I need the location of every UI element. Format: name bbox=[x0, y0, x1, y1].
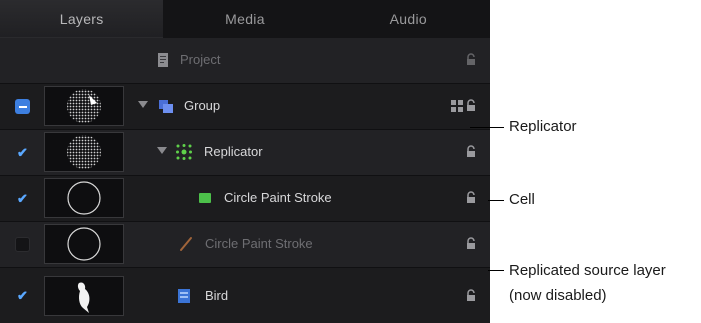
tab-audio[interactable]: Audio bbox=[327, 0, 490, 38]
group-stack-icon bbox=[159, 100, 173, 113]
replicator-icon bbox=[176, 144, 192, 160]
layer-name: Project bbox=[180, 52, 221, 67]
callout-source-line2: (now disabled) bbox=[509, 287, 607, 304]
callout-line-cell bbox=[488, 200, 504, 201]
enable-checkbox[interactable] bbox=[15, 237, 30, 252]
lock-icon[interactable] bbox=[466, 237, 476, 250]
enable-checkbox[interactable] bbox=[15, 99, 30, 114]
lock-icon[interactable] bbox=[466, 99, 476, 112]
layer-row-project[interactable]: Project bbox=[0, 38, 490, 84]
layer-thumbnail bbox=[44, 178, 124, 218]
grid-layers-icon[interactable] bbox=[451, 100, 465, 112]
replicator-grid-thumbnail bbox=[67, 89, 101, 123]
tab-layers[interactable]: Layers bbox=[0, 0, 164, 38]
circle-thumbnail bbox=[67, 181, 101, 215]
layer-thumbnail bbox=[44, 132, 124, 172]
callout-line-replicator bbox=[470, 127, 504, 128]
circle-thumbnail bbox=[67, 227, 101, 261]
callout-source-line1: Replicated source layer bbox=[509, 262, 666, 279]
enable-checkbox[interactable]: ✔ bbox=[15, 145, 30, 160]
layer-name: Bird bbox=[205, 288, 229, 303]
project-document-icon bbox=[158, 53, 168, 67]
disclosure-triangle-icon[interactable] bbox=[138, 101, 148, 108]
lock-icon[interactable] bbox=[466, 191, 476, 204]
layer-name: Replicator bbox=[204, 144, 263, 159]
lock-icon[interactable] bbox=[466, 145, 476, 158]
layer-row-group[interactable]: Group bbox=[0, 84, 490, 130]
bird-image-icon bbox=[178, 289, 190, 303]
layer-thumbnail bbox=[44, 224, 124, 264]
layer-row-cell[interactable]: ✔ Circle Paint Stroke bbox=[0, 176, 490, 222]
layers-panel: Layers Media Audio Project Group ✔ Repli… bbox=[0, 0, 490, 323]
lock-icon[interactable] bbox=[466, 53, 476, 66]
tab-bar: Layers Media Audio bbox=[0, 0, 490, 38]
callout-replicator: Replicator bbox=[509, 118, 577, 135]
layer-row-source[interactable]: Circle Paint Stroke bbox=[0, 222, 490, 268]
disclosure-triangle-icon[interactable] bbox=[157, 147, 167, 154]
tab-media[interactable]: Media bbox=[163, 0, 326, 38]
replicator-grid-thumbnail bbox=[67, 135, 101, 169]
layer-name: Circle Paint Stroke bbox=[224, 190, 332, 205]
lock-icon[interactable] bbox=[466, 289, 476, 302]
cell-square-icon bbox=[199, 193, 211, 203]
enable-checkbox[interactable]: ✔ bbox=[15, 191, 30, 206]
enable-checkbox[interactable]: ✔ bbox=[15, 288, 30, 303]
layer-name: Group bbox=[184, 98, 221, 113]
layer-row-bird[interactable]: ✔ Bird bbox=[0, 268, 490, 323]
callout-cell: Cell bbox=[509, 191, 535, 208]
layer-name: Circle Paint Stroke bbox=[205, 236, 313, 251]
layer-thumbnail bbox=[44, 86, 124, 126]
layer-thumbnail bbox=[44, 276, 124, 316]
callout-line-source bbox=[488, 270, 504, 271]
paint-stroke-icon bbox=[180, 237, 192, 251]
bird-thumbnail bbox=[77, 282, 90, 313]
layer-row-replicator[interactable]: ✔ Replicator bbox=[0, 130, 490, 176]
